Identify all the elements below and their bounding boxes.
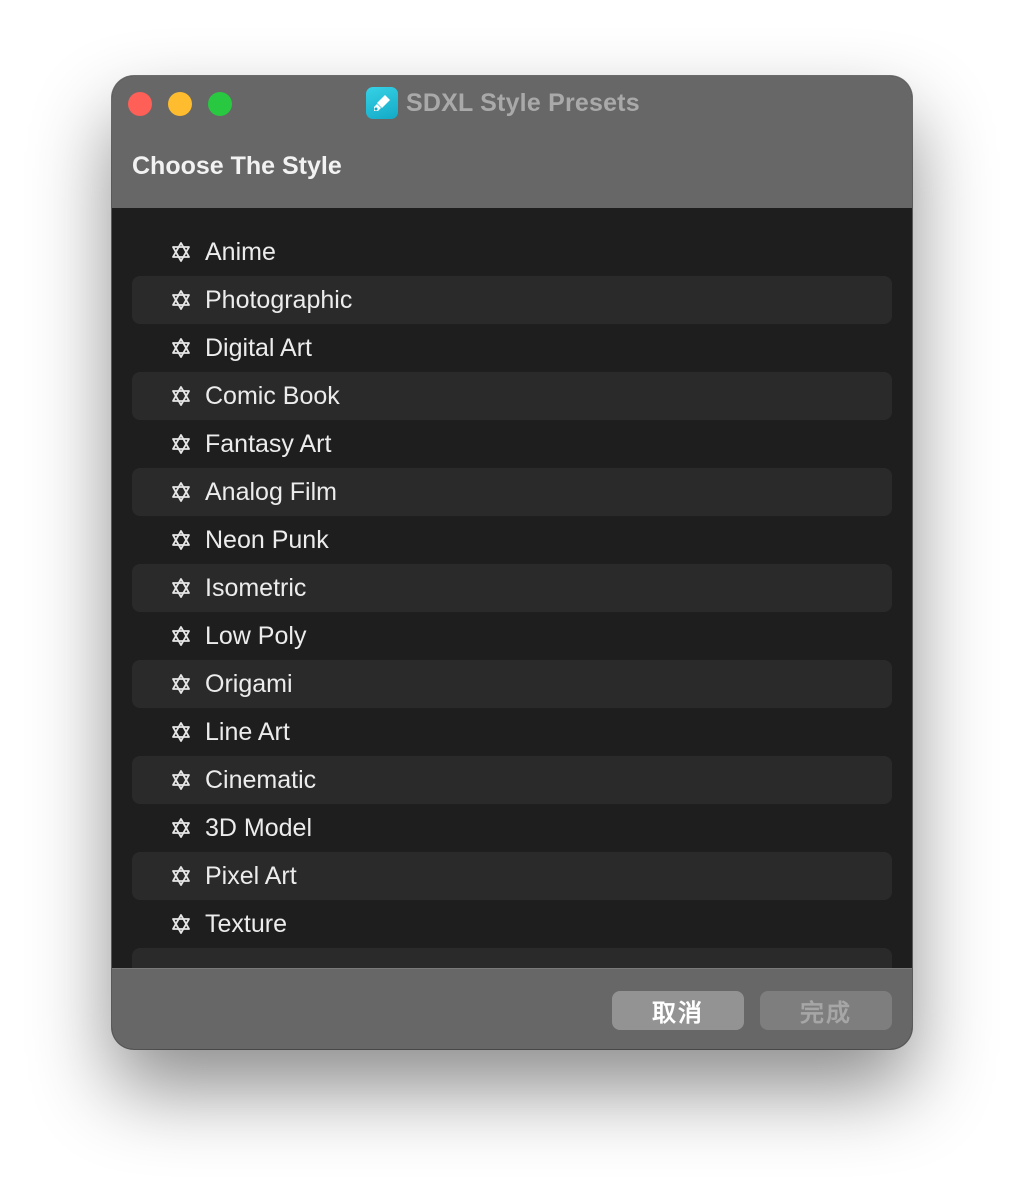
cancel-button[interactable]: 取消 [612,991,744,1030]
star-of-david-icon [170,769,192,791]
list-item[interactable]: Analog Film [132,468,892,516]
list-item[interactable]: Texture [132,900,892,948]
list-item[interactable]: Neon Punk [132,516,892,564]
done-button[interactable]: 完成 [760,991,892,1030]
list-item-label: Cinematic [205,765,317,794]
style-presets-window: SDXL Style Presets Choose The Style Anim… [112,76,912,1049]
star-of-david-icon [170,577,192,599]
list-item-label: Origami [205,669,293,698]
list-item-label: Isometric [205,573,307,602]
list-item[interactable]: Fantasy Art [132,420,892,468]
zoom-window-button[interactable] [208,92,232,116]
star-of-david-icon [170,673,192,695]
close-window-button[interactable] [128,92,152,116]
list-item-label: Texture [205,909,287,938]
app-brush-icon [366,87,398,119]
dialog-footer: 取消 完成 [112,968,912,1049]
window-title: SDXL Style Presets [406,88,640,117]
star-of-david-icon [170,241,192,263]
list-item[interactable]: Anime [132,228,892,276]
list-item-label: Neon Punk [205,525,329,554]
list-item[interactable]: Photographic [132,276,892,324]
list-item-label: Analog Film [205,477,337,506]
star-of-david-icon [170,721,192,743]
list-item[interactable]: Low Poly [132,612,892,660]
style-list: Anime Photographic Digital Art Comic Book Fa… [112,208,912,968]
list-item-label: Digital Art [205,333,312,362]
star-of-david-icon [170,385,192,407]
list-item[interactable]: Origami [132,660,892,708]
star-of-david-icon [170,817,192,839]
list-item[interactable]: Cinematic [132,756,892,804]
list-item[interactable]: Digital Art [132,324,892,372]
minimize-window-button[interactable] [168,92,192,116]
list-item[interactable]: Comic Book [132,372,892,420]
list-item-partial[interactable] [132,948,892,968]
star-of-david-icon [170,625,192,647]
list-item[interactable]: 3D Model [132,804,892,852]
page-title: Choose The Style [132,152,342,180]
list-item-label: Comic Book [205,381,340,410]
list-item[interactable]: Pixel Art [132,852,892,900]
list-item-label: Pixel Art [205,861,297,890]
list-item-label: Line Art [205,717,290,746]
list-item-label: Fantasy Art [205,429,332,458]
list-item[interactable]: Line Art [132,708,892,756]
titlebar: SDXL Style Presets Choose The Style [112,76,912,208]
list-item-label: Photographic [205,285,353,314]
star-of-david-icon [170,433,192,455]
star-of-david-icon [170,481,192,503]
star-of-david-icon [170,865,192,887]
list-item-label: Low Poly [205,621,307,650]
list-item[interactable]: Isometric [132,564,892,612]
star-of-david-icon [170,913,192,935]
window-title-group: SDXL Style Presets [366,87,640,119]
star-of-david-icon [170,529,192,551]
star-of-david-icon [170,337,192,359]
list-item-label: Anime [205,237,276,266]
star-of-david-icon [170,289,192,311]
list-item-label: 3D Model [205,813,312,842]
